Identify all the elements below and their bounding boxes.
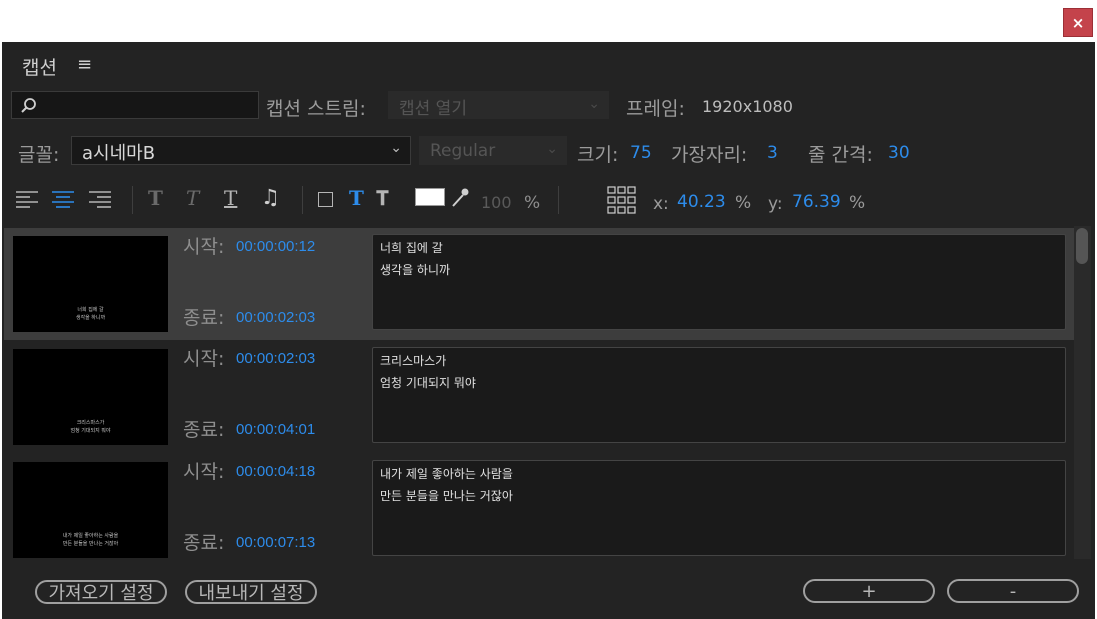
- stream-select[interactable]: 캡션 열기 ⌄: [388, 91, 609, 119]
- caption-thumbnail: 너희 집에 갈 생각을 하니까: [13, 236, 168, 332]
- chevron-down-icon: ⌄: [588, 96, 600, 112]
- line-spacing-value[interactable]: 30: [888, 143, 910, 163]
- size-label: 크기:: [577, 144, 619, 166]
- scrollbar[interactable]: [1074, 226, 1091, 559]
- import-settings-button[interactable]: 가져오기 설정: [35, 580, 167, 604]
- chevron-down-icon: ⌄: [390, 140, 402, 156]
- music-note-icon[interactable]: ♫: [261, 185, 280, 209]
- caption-text-field[interactable]: 너희 집에 갈 생각을 하니까: [372, 234, 1066, 330]
- opacity-value[interactable]: 100: [481, 193, 512, 212]
- caption-thumbnail: 내가 제일 좋아하는 사람을 만든 분들을 만나는 거잖아: [13, 462, 168, 558]
- start-timecode[interactable]: 00:00:00:12: [236, 238, 315, 255]
- panel-title: 캡션: [22, 57, 57, 79]
- toolbar-divider: [558, 186, 559, 214]
- end-timecode[interactable]: 00:00:07:13: [236, 534, 315, 551]
- start-label: 시작:: [183, 236, 225, 258]
- font-family-select[interactable]: a시네마B ⌄: [71, 136, 411, 165]
- add-caption-button[interactable]: +: [803, 579, 935, 603]
- edge-label: 가장자리:: [671, 144, 748, 166]
- start-timecode[interactable]: 00:00:04:18: [236, 463, 315, 480]
- toolbar-divider: [132, 186, 133, 214]
- size-value[interactable]: 75: [630, 143, 652, 163]
- y-label: y:: [768, 194, 783, 214]
- align-right-icon[interactable]: [89, 189, 113, 211]
- background-color-icon[interactable]: [318, 192, 333, 207]
- frame-value: 1920x1080: [702, 97, 793, 116]
- end-label: 종료:: [183, 307, 225, 329]
- close-button[interactable]: ×: [1063, 8, 1093, 37]
- font-style-value: Regular: [430, 141, 496, 161]
- x-label: x:: [653, 194, 669, 214]
- thumbnail-subtitle: 내가 제일 좋아하는 사람을 만든 분들을 만나는 거잖아: [62, 533, 119, 547]
- close-icon: ×: [1071, 13, 1085, 32]
- caption-text-field[interactable]: 내가 제일 좋아하는 사람을 만든 분들을 만나는 거잖아: [372, 460, 1066, 556]
- scrollbar-thumb[interactable]: [1076, 228, 1088, 264]
- position-grid-icon[interactable]: [607, 186, 637, 216]
- align-center-icon[interactable]: [52, 189, 76, 211]
- search-input[interactable]: [11, 91, 259, 119]
- caption-text-field[interactable]: 크리스마스가 엄청 기대되지 뭐야: [372, 347, 1066, 443]
- edge-value[interactable]: 3: [767, 143, 778, 163]
- y-percent: %: [849, 193, 866, 213]
- bold-icon[interactable]: T: [148, 186, 163, 210]
- x-value[interactable]: 40.23: [677, 192, 726, 212]
- color-swatch[interactable]: [415, 188, 445, 206]
- align-left-icon[interactable]: [16, 189, 40, 211]
- frame-label: 프레임:: [626, 98, 685, 120]
- eyedropper-icon[interactable]: [450, 187, 470, 209]
- caption-row[interactable]: 크리스마스가 엄청 기대되지 뭐야 시작: 00:00:02:03 종료: 00:…: [4, 341, 1074, 453]
- line-spacing-label: 줄 간격:: [808, 144, 873, 166]
- start-timecode[interactable]: 00:00:02:03: [236, 350, 315, 367]
- font-label: 글꼴:: [18, 144, 60, 166]
- italic-icon[interactable]: T: [186, 186, 199, 210]
- remove-caption-button[interactable]: -: [947, 579, 1079, 603]
- toolbar-divider: [302, 186, 303, 214]
- stream-value: 캡션 열기: [399, 99, 467, 119]
- caption-thumbnail: 크리스마스가 엄청 기대되지 뭐야: [13, 349, 168, 445]
- start-label: 시작:: [183, 461, 225, 483]
- thumbnail-subtitle: 크리스마스가 엄청 기대되지 뭐야: [70, 420, 111, 434]
- end-timecode[interactable]: 00:00:04:01: [236, 421, 315, 438]
- caption-list: 너희 집에 갈 생각을 하니까 시작: 00:00:00:12 종료: 00:00…: [4, 226, 1074, 559]
- end-timecode[interactable]: 00:00:02:03: [236, 309, 315, 326]
- font-family-value: a시네마B: [82, 143, 156, 164]
- search-icon: [21, 98, 36, 113]
- start-label: 시작:: [183, 348, 225, 370]
- caption-row[interactable]: 너희 집에 갈 생각을 하니까 시작: 00:00:00:12 종료: 00:00…: [4, 228, 1074, 340]
- captions-panel: 캡션 ≡ 캡션 스트림: 캡션 열기 ⌄ 프레임: 1920x1080 글꼴: …: [2, 42, 1095, 619]
- y-value[interactable]: 76.39: [792, 192, 841, 212]
- text-color-icon[interactable]: T: [349, 186, 364, 210]
- export-settings-button[interactable]: 내보내기 설정: [185, 580, 317, 604]
- edge-color-icon[interactable]: 𝐓: [376, 186, 389, 211]
- underline-icon[interactable]: T: [224, 186, 237, 210]
- end-label: 종료:: [183, 419, 225, 441]
- thumbnail-subtitle: 너희 집에 갈 생각을 하니까: [75, 307, 106, 321]
- panel-menu-icon[interactable]: ≡: [77, 54, 92, 75]
- chevron-down-icon: ⌄: [546, 141, 558, 157]
- title-bar: ×: [0, 0, 1097, 42]
- stream-label: 캡션 스트림:: [266, 98, 366, 120]
- caption-row[interactable]: 내가 제일 좋아하는 사람을 만든 분들을 만나는 거잖아 시작: 00:00:0…: [4, 454, 1074, 559]
- end-label: 종료:: [183, 532, 225, 554]
- font-style-select[interactable]: Regular ⌄: [419, 136, 567, 165]
- opacity-percent: %: [524, 193, 541, 213]
- x-percent: %: [735, 193, 752, 213]
